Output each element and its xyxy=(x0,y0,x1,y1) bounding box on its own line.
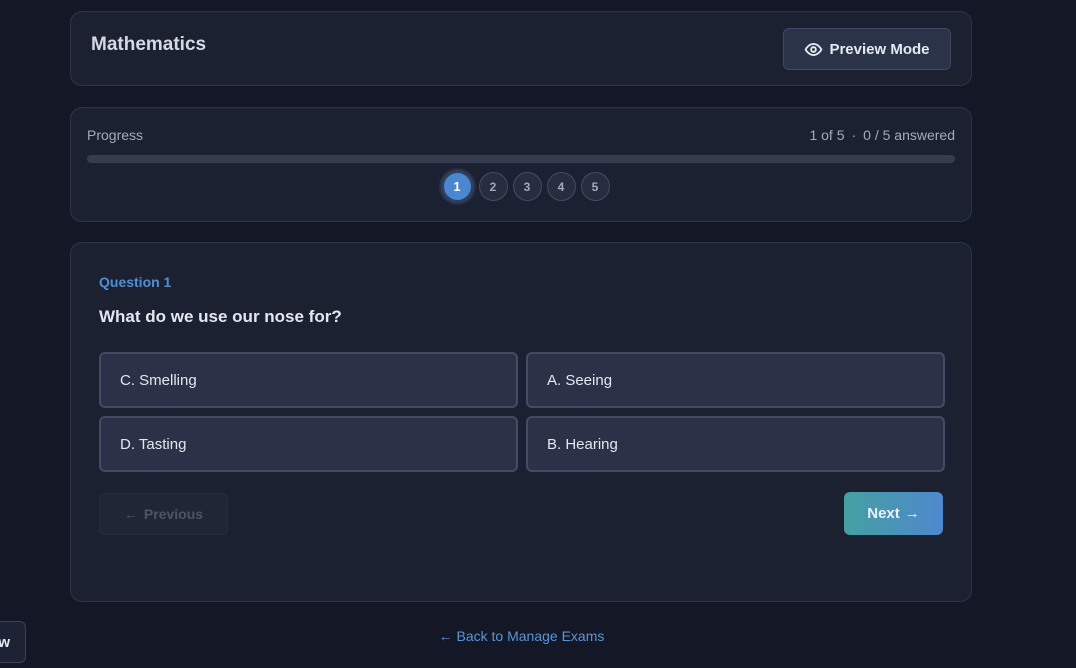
question-stepper: 12345 xyxy=(71,170,971,203)
exam-preview-page: Mathematics Preview Mode Progress 1 of 5… xyxy=(0,0,1076,668)
page-title: Mathematics xyxy=(91,34,207,55)
answer-option[interactable]: B. Hearing xyxy=(526,416,945,472)
question-step-1[interactable]: 1 xyxy=(440,170,474,203)
answer-option[interactable]: A. Seeing xyxy=(526,352,945,408)
question-step-2[interactable]: 2 xyxy=(478,172,508,201)
answer-option[interactable]: C. Smelling xyxy=(99,352,518,408)
previous-label: Previous xyxy=(143,506,204,522)
question-number: Question 1 xyxy=(99,274,172,290)
progress-panel: Progress 1 of 5 · 0 / 5 answered 12345 xyxy=(70,107,972,222)
arrow-right-icon: → xyxy=(904,505,920,522)
next-button[interactable]: Next → xyxy=(844,492,943,535)
side-tab-label: w xyxy=(0,634,10,651)
eye-icon xyxy=(805,42,823,56)
answer-options: C. Smelling A. Seeing D. Tasting B. Hear… xyxy=(99,352,945,472)
question-step-4[interactable]: 4 xyxy=(546,172,576,201)
question-text: What do we use our nose for? xyxy=(99,307,342,326)
next-label: Next xyxy=(867,505,900,522)
progress-label: Progress xyxy=(87,127,144,143)
status-separator: · xyxy=(851,127,857,143)
answer-option[interactable]: D. Tasting xyxy=(99,416,518,472)
progress-status: 1 of 5 · 0 / 5 answered xyxy=(809,127,955,143)
arrow-left-icon: ← xyxy=(123,506,138,522)
answered-count: 0 / 5 answered xyxy=(863,127,955,143)
question-panel: Question 1 What do we use our nose for? … xyxy=(70,242,972,602)
side-tab-button[interactable]: w xyxy=(0,621,26,663)
question-step-3[interactable]: 3 xyxy=(512,172,542,201)
preview-mode-label: Preview Mode xyxy=(829,40,930,58)
previous-button[interactable]: ← Previous xyxy=(99,493,228,535)
question-step-5[interactable]: 5 xyxy=(580,172,610,201)
back-link-label: ← Back to Manage Exams xyxy=(438,628,605,644)
back-to-manage-exams-link[interactable]: ← Back to Manage Exams xyxy=(0,628,1043,644)
progress-bar xyxy=(87,155,955,163)
question-position: 1 of 5 xyxy=(809,127,845,143)
preview-mode-button[interactable]: Preview Mode xyxy=(783,28,951,70)
exam-header: Mathematics Preview Mode xyxy=(70,11,972,86)
